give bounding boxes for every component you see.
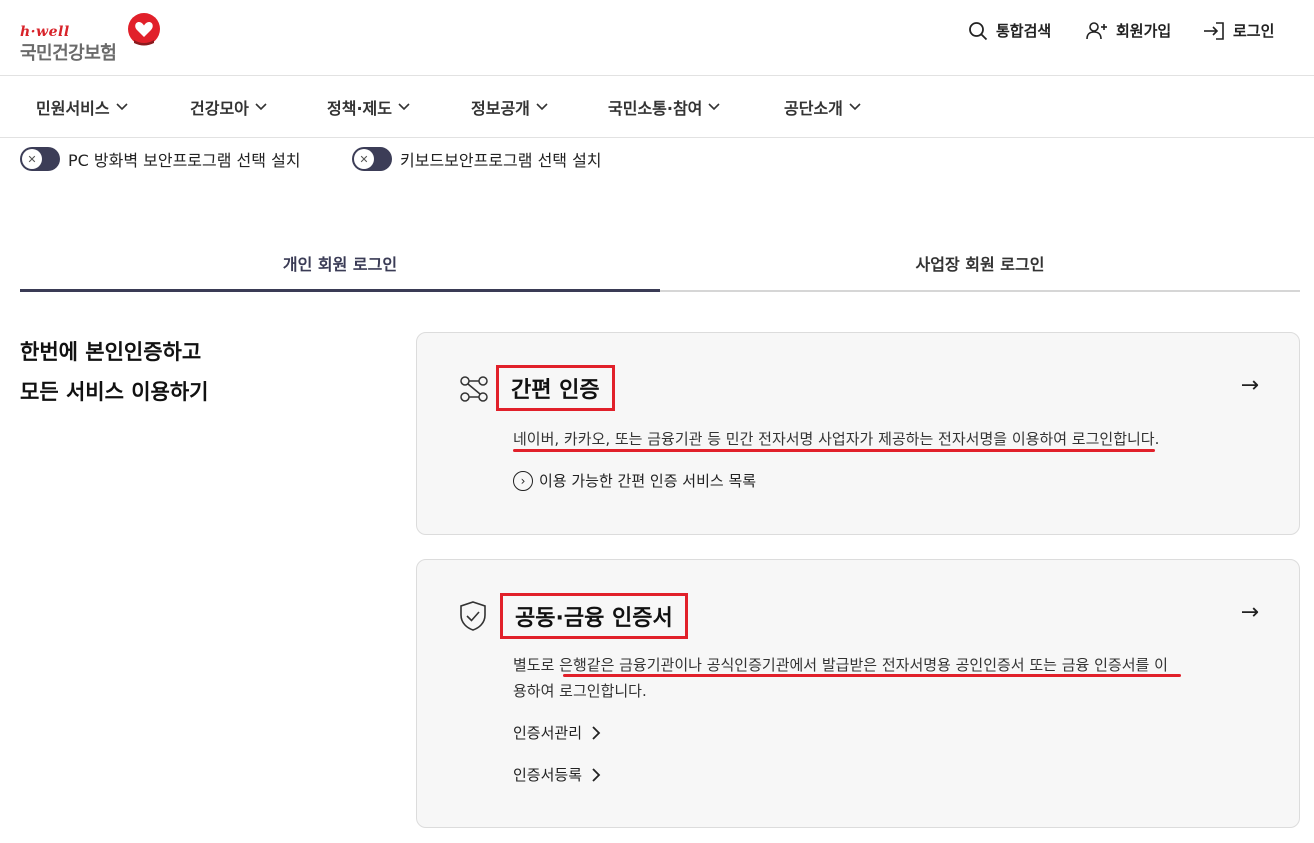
chevron-down-icon [536,103,548,111]
intro-heading: 한번에 본인인증하고 모든 서비스 이용하기 [20,332,209,412]
login-button[interactable]: 로그인 [1203,20,1274,41]
simple-auth-title: 간편 인증 [511,378,600,403]
nav-label: 공단소개 [784,99,843,118]
firewall-toggle-row: ✕ PC 방화벽 보안프로그램 선택 설치 [20,147,301,171]
nav-about[interactable]: 공단소개 [784,95,861,119]
nav-civil-service[interactable]: 민원서비스 [36,95,128,119]
nav-label: 정책·제도 [327,99,392,118]
red-underline-annotation [563,674,1181,677]
circle-chevron-right-icon: › [513,470,533,491]
certificate-management-link[interactable]: 인증서관리 [513,722,604,743]
chevron-down-icon [255,103,267,111]
nav-label: 건강모아 [190,99,249,118]
chevron-down-icon [398,103,410,111]
arrow-right-icon[interactable]: → [1241,373,1259,398]
highlight-box: 공동·금융 인증서 [500,593,688,639]
nav-communication[interactable]: 국민소통·참여 [608,95,720,119]
nav-label: 국민소통·참여 [608,99,703,118]
cert-auth-desc-line-2: 용하여 로그인합니다. [513,682,647,700]
simple-auth-card[interactable]: 간편 인증 → 네이버, 카카오, 또는 금융기관 등 민간 전자서명 사업자가… [416,332,1300,535]
join-button[interactable]: 회원가입 [1086,20,1171,41]
intro-line-2: 모든 서비스 이용하기 [20,380,209,404]
shield-check-icon [460,601,486,631]
simple-auth-service-list-link[interactable]: › 이용 가능한 간편 인증 서비스 목록 [513,470,756,491]
login-tabs: 개인 회원 로그인 사업장 회원 로그인 [20,236,1300,292]
nav-disclosure[interactable]: 정보공개 [471,95,548,119]
keyboard-toggle-row: ✕ 키보드보안프로그램 선택 설치 [352,147,602,171]
red-underline-annotation [513,449,1155,452]
nav-label: 민원서비스 [36,99,110,118]
login-icon [1204,21,1224,40]
logo[interactable]: h·well 국민건강보험 [20,12,170,64]
keyboard-security-toggle[interactable]: ✕ [352,147,392,171]
close-icon: ✕ [354,149,374,169]
search-icon [969,21,988,40]
chevron-down-icon [116,103,128,111]
keyboard-toggle-label: 키보드보안프로그램 선택 설치 [400,151,602,170]
search-label: 통합검색 [996,22,1052,40]
chevron-down-icon [849,103,861,111]
cert-auth-description: 별도로 은행같은 금융기관이나 공식인증기관에서 발급받은 전자서명용 공인인증… [513,652,1168,704]
nav-policy[interactable]: 정책·제도 [327,95,410,119]
highlight-box: 간편 인증 [496,365,615,411]
arrow-right-icon[interactable]: → [1241,600,1259,625]
close-icon: ✕ [22,149,42,169]
cert-auth-title: 공동·금융 인증서 [515,606,673,631]
join-label: 회원가입 [1116,22,1172,40]
simple-auth-link-label: 이용 가능한 간편 인증 서비스 목록 [539,472,757,490]
logo-brand: h·well [20,24,70,40]
chevron-right-icon [592,725,601,740]
network-nodes-icon [460,376,488,402]
cert-register-label: 인증서등록 [513,766,583,784]
chevron-down-icon [708,103,720,111]
chevron-right-icon [592,767,601,782]
main-navigation: 민원서비스 건강모아 정책·제도 정보공개 국민소통·참여 공단소개 [0,77,1314,138]
certificate-auth-card[interactable]: 공동·금융 인증서 → 별도로 은행같은 금융기관이나 공식인증기관에서 발급받… [416,559,1300,828]
tab-business-login[interactable]: 사업장 회원 로그인 [660,236,1300,292]
user-plus-icon [1086,21,1107,39]
certificate-register-link[interactable]: 인증서등록 [513,764,604,785]
site-header: h·well 국민건강보험 통합검색 회원가입 로그인 [0,0,1314,76]
cert-manage-label: 인증서관리 [513,724,583,742]
heart-logo-icon [128,13,160,46]
intro-line-1: 한번에 본인인증하고 [20,340,202,364]
firewall-toggle[interactable]: ✕ [20,147,60,171]
nav-health-moa[interactable]: 건강모아 [190,95,267,119]
search-button[interactable]: 통합검색 [968,20,1051,41]
tab-personal-login[interactable]: 개인 회원 로그인 [20,236,660,292]
login-label: 로그인 [1233,22,1275,40]
logo-name: 국민건강보험 [20,43,117,64]
firewall-toggle-label: PC 방화벽 보안프로그램 선택 설치 [68,151,301,170]
nav-label: 정보공개 [471,99,530,118]
